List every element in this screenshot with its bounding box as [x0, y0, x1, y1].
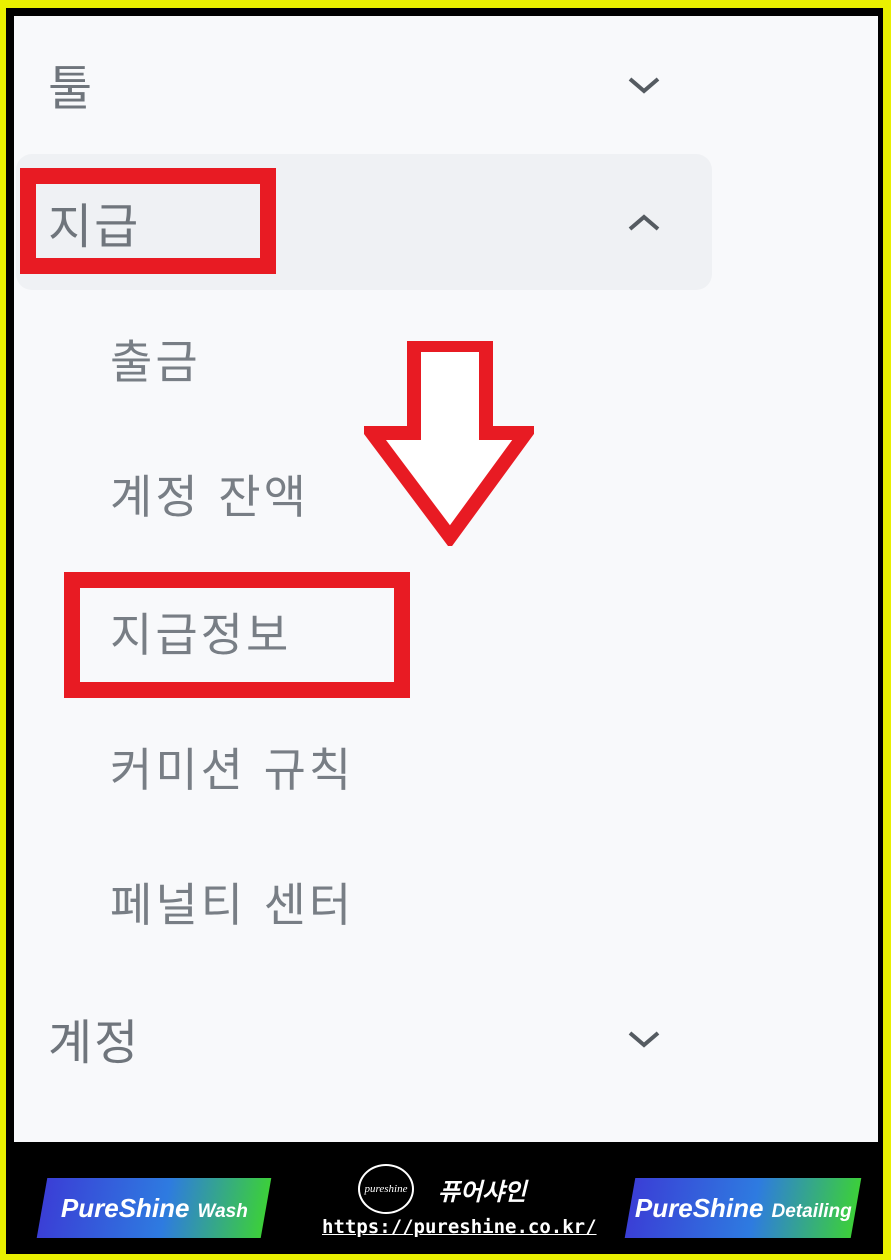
chevron-down-icon	[628, 77, 660, 94]
chevron-up-icon	[628, 214, 660, 231]
down-arrow-outline-icon	[364, 341, 534, 546]
menu-label-account: 계정	[48, 1015, 141, 1071]
chevron-down-icon	[628, 1031, 660, 1048]
badge-sub-text: Wash	[197, 1200, 248, 1222]
brand-korean-name: 퓨어샤인	[438, 1178, 527, 1206]
sidebar-menu: 툴 지급 출금 계정 잔액 지급정보 커미션 규칙 페널티 센터 계정	[14, 16, 878, 1142]
highlight-box-payment-info	[64, 572, 410, 698]
submenu-item-penalty-center[interactable]: 페널티 센터	[110, 869, 354, 935]
badge-main-text: PureShine	[634, 1192, 764, 1223]
badge-main-text: PureShine	[60, 1192, 190, 1223]
pureshine-logo: pureshine	[358, 1164, 414, 1214]
badge-sub-text: Detailing	[771, 1200, 852, 1222]
pureshine-wash-badge: PureShine Wash	[36, 1178, 272, 1238]
menu-label-tools: 툴	[48, 61, 95, 117]
menu-item-tools[interactable]: 툴	[14, 24, 714, 144]
submenu-item-withdraw[interactable]: 출금	[110, 326, 201, 392]
footer-banner: PureShine Wash pureshine 퓨어샤인 https://pur…	[14, 1142, 878, 1252]
submenu-item-commission-rules[interactable]: 커미션 규칙	[110, 734, 354, 800]
submenu-item-account-balance[interactable]: 계정 잔액	[110, 461, 309, 527]
pureshine-detailing-badge: PureShine Detailing	[624, 1178, 862, 1238]
highlight-box-payment	[20, 168, 276, 274]
brand-center: pureshine 퓨어샤인 https://pureshine.co.kr/	[314, 1160, 597, 1250]
menu-item-account[interactable]: 계정	[14, 978, 714, 1098]
website-url-link[interactable]: https://pureshine.co.kr/	[322, 1216, 597, 1238]
